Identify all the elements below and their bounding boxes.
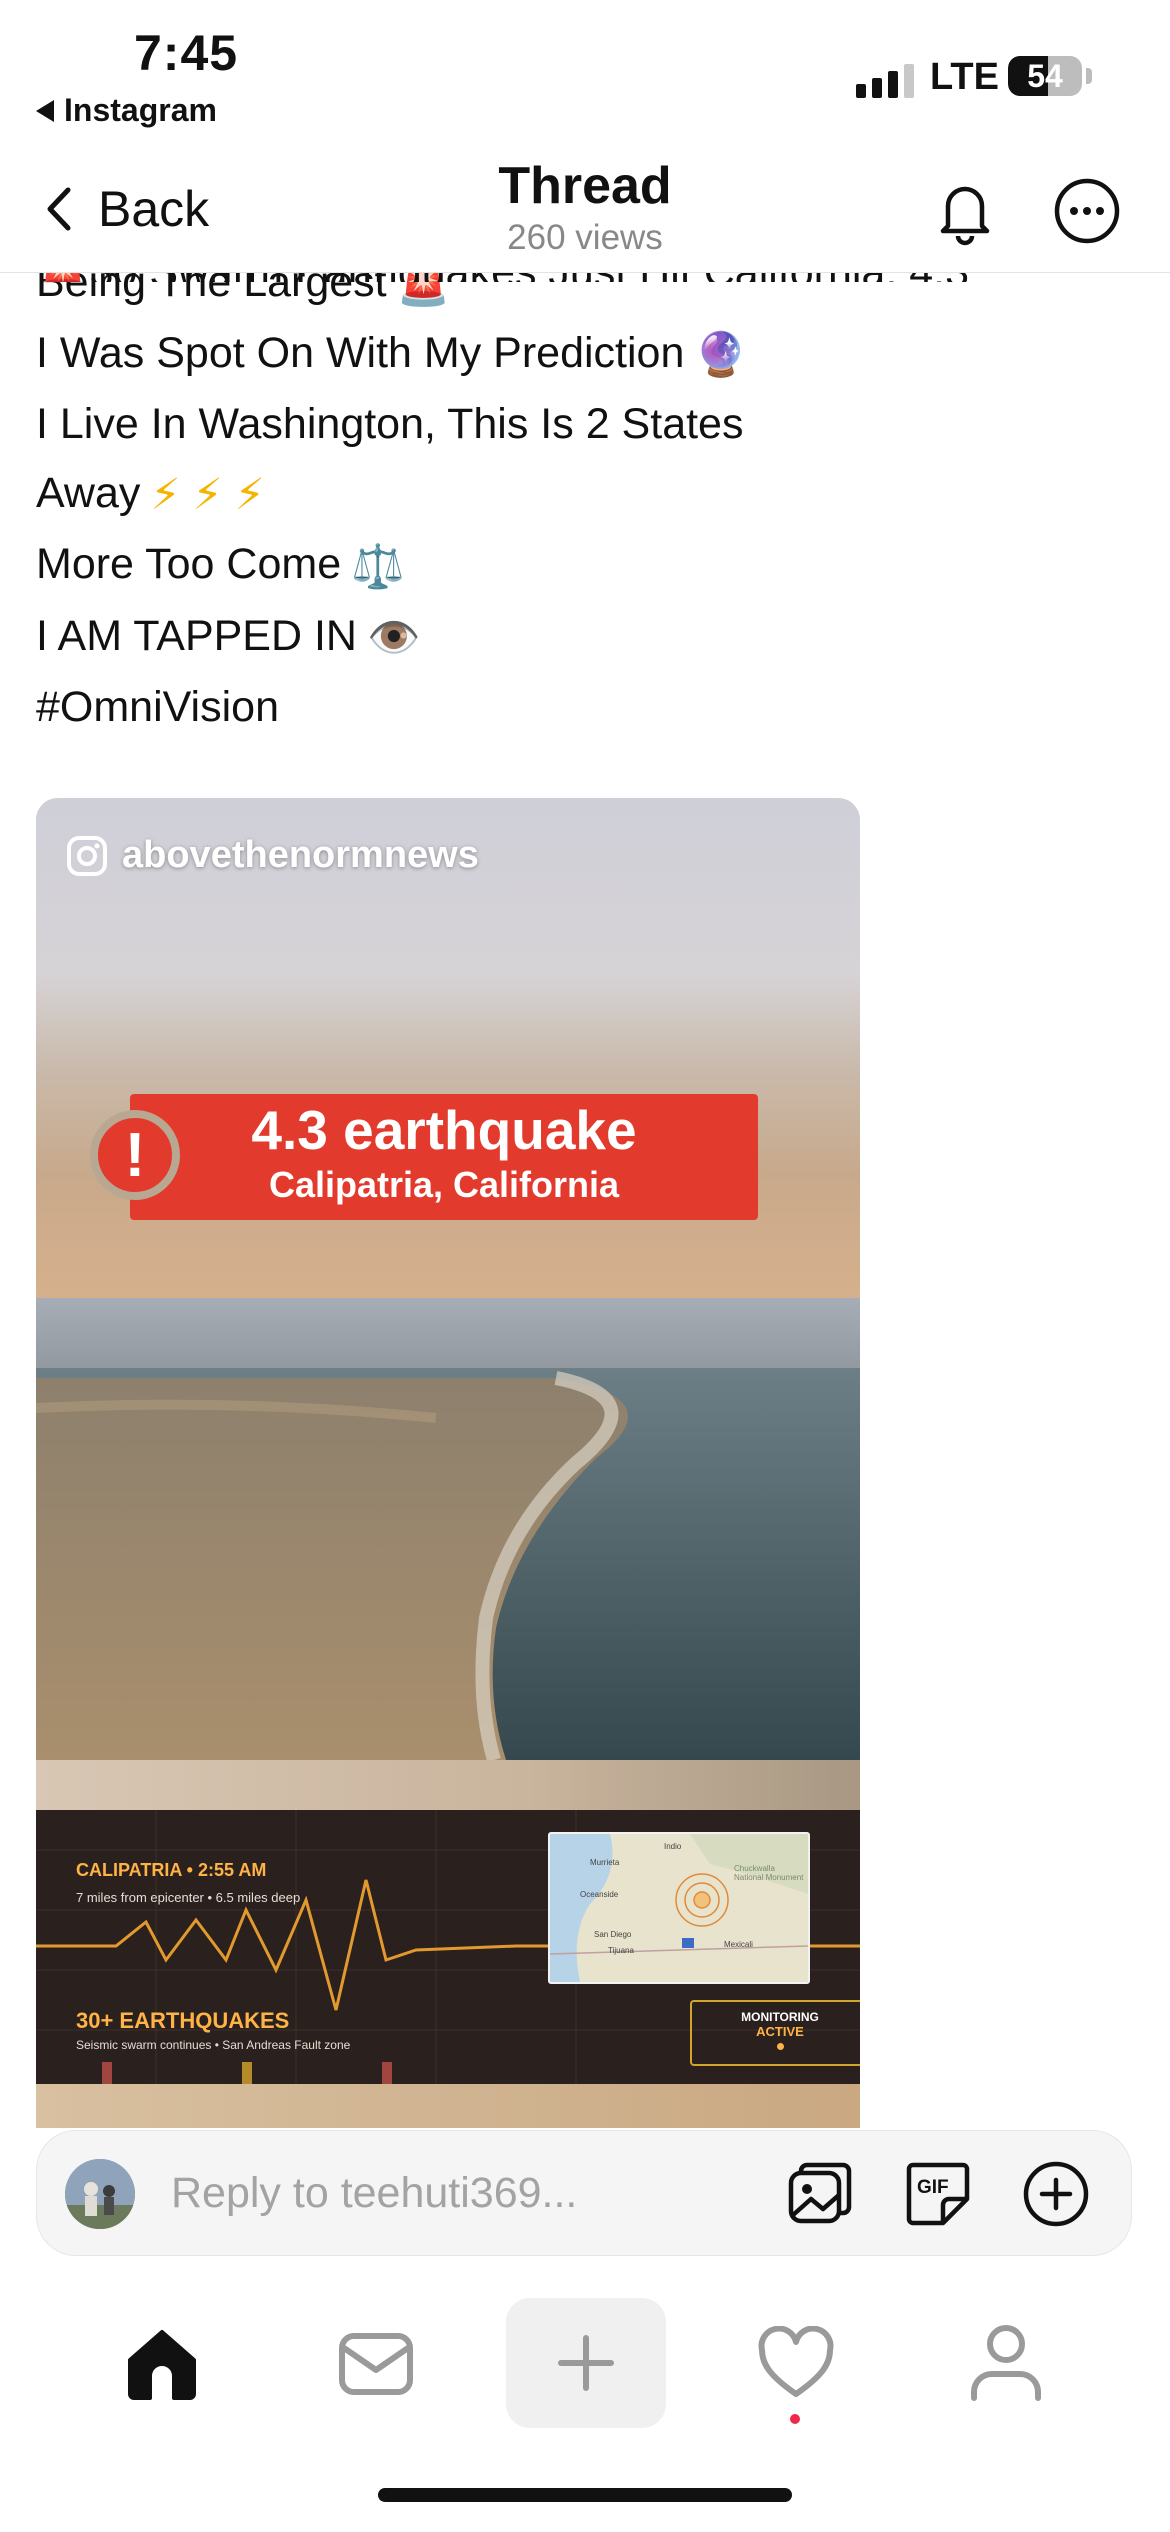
attach-photo-button[interactable]: [785, 2159, 855, 2234]
quake-time-label: CALIPATRIA • 2:55 AM: [76, 1860, 267, 1880]
gif-button[interactable]: GIF: [903, 2159, 973, 2234]
media-aerial-shoreline-image: [36, 1298, 860, 1760]
post-body: Being The Largest 🚨 I Was Spot On With My…: [36, 248, 1136, 742]
eye-emoji-icon: 👁️: [367, 613, 421, 662]
crystal-ball-emoji-icon: 🔮: [694, 331, 748, 380]
post-line: I Was Spot On With My Prediction 🔮: [36, 319, 1136, 390]
monitoring-badge: MONITORING ACTIVE: [690, 2000, 860, 2066]
plus-circle-icon: [1023, 2161, 1089, 2227]
reply-input[interactable]: Reply to teehuti369...: [171, 2169, 577, 2218]
post-media[interactable]: abovethenormnews 4.3 earthquake Calipatr…: [36, 798, 860, 2128]
tab-profile[interactable]: [966, 2320, 1046, 2409]
map-label: Tijuana: [608, 1946, 634, 1955]
monitoring-state: ACTIVE: [756, 2024, 804, 2039]
swarm-note: Seismic swarm continues • San Andreas Fa…: [76, 2038, 351, 2052]
tab-new-post[interactable]: [506, 2298, 666, 2428]
tab-home[interactable]: [122, 2324, 202, 2409]
status-time: 7:45: [134, 25, 239, 81]
map-label: San Diego: [594, 1930, 632, 1939]
instagram-logo-icon: [67, 835, 107, 876]
bell-icon: [940, 186, 990, 246]
post-line: Away ⚡ ⚡ ⚡: [36, 459, 1136, 530]
battery-level: 54: [1027, 57, 1063, 94]
back-to-app-link[interactable]: Instagram: [36, 92, 217, 129]
reply-bar: Reply to teehuti369... GIF: [36, 2130, 1132, 2256]
post-line: More Too Come ⚖️: [36, 530, 1136, 601]
battery-icon: 54: [1008, 56, 1082, 96]
more-horizontal-icon: [1054, 178, 1120, 244]
shoreline-illustration: [36, 1298, 860, 1760]
notifications-button[interactable]: [928, 174, 1002, 253]
post-line-text: I Live In Washington, This Is 2 States: [36, 400, 744, 449]
status-dot-icon: [776, 2043, 784, 2050]
add-button[interactable]: [1021, 2159, 1091, 2234]
home-icon: [128, 2330, 196, 2400]
post-line-text: Away: [36, 469, 141, 518]
map-label: Oceanside: [580, 1890, 619, 1899]
media-bottom-frame: [36, 2084, 860, 2128]
envelope-icon: [339, 2333, 413, 2395]
earthquake-banner: 4.3 earthquake Calipatria, California: [130, 1094, 758, 1220]
monitoring-label: MONITORING: [741, 2010, 819, 2024]
svg-text:GIF: GIF: [917, 2177, 949, 2198]
post-line-text: I AM TAPPED IN: [36, 611, 357, 660]
tab-messages[interactable]: [336, 2326, 416, 2407]
photo-icon: [788, 2162, 852, 2224]
battery-nub: [1086, 68, 1092, 84]
media-divider-frame: [36, 1760, 860, 1810]
cellular-signal-icon: [856, 58, 914, 98]
heart-icon: [758, 2325, 834, 2397]
alert-icon: !: [90, 1110, 180, 1200]
scales-emoji-icon: ⚖️: [351, 542, 405, 591]
map-label: Murrieta: [590, 1858, 620, 1867]
quake-count: 30+ EARTHQUAKES: [76, 2008, 290, 2033]
back-app-label: Instagram: [64, 92, 217, 128]
avatar: [65, 2159, 135, 2229]
avatar-photo: [65, 2159, 135, 2229]
gif-sticker-icon: GIF: [906, 2162, 970, 2226]
profile-icon: [971, 2325, 1041, 2401]
home-indicator: [378, 2488, 792, 2502]
map-label: Indio: [664, 1842, 682, 1851]
post-hashtag[interactable]: #OmniVision: [36, 673, 1136, 742]
post-line-text: I Was Spot On With My Prediction: [36, 329, 685, 378]
hashtag-text[interactable]: #OmniVision: [36, 683, 279, 731]
earthquake-location: Calipatria, California: [268, 1164, 620, 1205]
plus-icon: [558, 2335, 614, 2391]
thread-header: Back Thread 260 views: [0, 150, 1170, 273]
tab-activity[interactable]: [756, 2325, 836, 2407]
earthquake-magnitude: 4.3 earthquake: [251, 1099, 637, 1161]
map-label: Mexicali: [724, 1940, 753, 1949]
map-illustration: [550, 1834, 808, 1982]
watermark-handle: abovethenormnews: [66, 834, 479, 877]
handle-text: abovethenormnews: [122, 834, 479, 876]
post-line: I AM TAPPED IN 👁️: [36, 602, 1136, 673]
notification-dot: [790, 2414, 800, 2424]
map-label: Chuckwalla National Monument: [734, 1864, 804, 1882]
back-triangle-icon: [36, 99, 54, 122]
post-line-text: More Too Come: [36, 540, 342, 589]
epicenter-note: 7 miles from epicenter • 6.5 miles deep: [76, 1890, 301, 1905]
lightning-emoji-icon: ⚡ ⚡ ⚡: [150, 471, 265, 520]
post-line: I Live In Washington, This Is 2 States: [36, 390, 1136, 459]
epicenter-map: Indio Murrieta Oceanside San Diego Tijua…: [548, 1832, 810, 1984]
network-type: LTE: [930, 56, 999, 98]
more-options-button[interactable]: [1050, 174, 1124, 253]
